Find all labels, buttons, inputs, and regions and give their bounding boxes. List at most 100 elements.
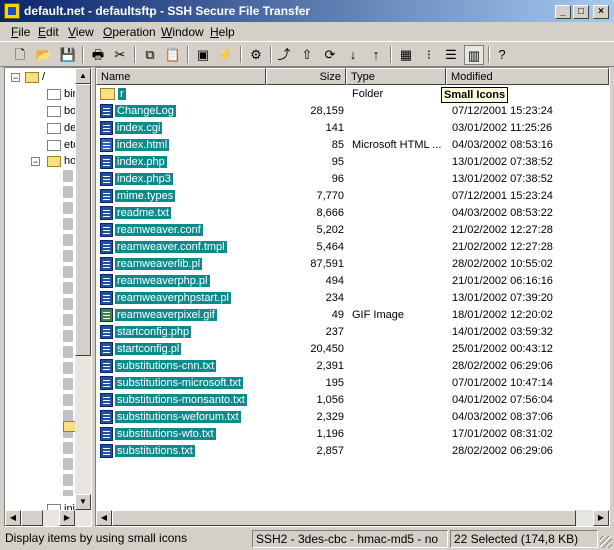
file-row[interactable]: substitutions-cnn.txt 2,391 28/02/2002 06:… [96,358,609,375]
tree-item-boot[interactable]: bo [47,103,76,119]
close-button[interactable]: × [593,5,609,19]
column-header-name[interactable]: Name [96,68,266,85]
small-icons-tooltip: Small Icons [441,87,509,103]
folder-tree[interactable]: − / bin bo de etc − ho ini ▲ ▼ ◀ ▶ [4,67,92,527]
file-row[interactable]: substitutions.txt 2,857 28/02/2002 06:29:0… [96,443,609,460]
tree-item-etc[interactable]: etc [47,137,79,153]
file-name-cell: r [100,86,126,103]
file-name: mime.types [115,190,176,202]
file-row[interactable]: substitutions-weforum.txt 2,329 04/03/2002… [96,409,609,426]
column-header-modified[interactable]: Modified [446,68,609,85]
file-horizontal-scrollbar[interactable]: ◀ ▶ [96,510,609,526]
scroll-left-icon[interactable]: ◀ [96,510,112,526]
file-row[interactable]: reamweaverpixel.gif 49 GIF Image 18/01/2002… [96,307,609,324]
file-icon [100,155,113,170]
file-size: 96 [331,173,344,185]
file-icon [100,240,113,255]
tree-item-dev[interactable]: de [47,120,76,136]
help-icon[interactable]: ? [492,45,512,65]
print-icon[interactable]: 🖶 [88,45,108,65]
scroll-right-icon[interactable]: ▶ [59,510,75,526]
file-row[interactable]: substitutions-wto.txt 1,196 17/01/2002 08:… [96,426,609,443]
tree-vertical-scrollbar[interactable]: ▲ ▼ [75,68,91,510]
scroll-right-icon[interactable]: ▶ [593,510,609,526]
up-icon[interactable]: ↑ [366,45,386,65]
save-icon[interactable]: 💾 [58,45,78,65]
scroll-down-icon[interactable]: ▼ [75,494,91,510]
menu-help[interactable]: Help [210,25,235,39]
quick-connect-icon[interactable]: ⚡ [216,45,236,65]
file-name-cell: substitutions-wto.txt [100,426,216,443]
download-icon[interactable]: ↓ [343,45,363,65]
open-folder-icon[interactable]: 📂 [34,45,54,65]
file-row[interactable]: reamweaver.conf.tmpl 5,464 21/02/2002 12:2… [96,239,609,256]
file-row[interactable]: substitutions-microsoft.txt 195 07/01/2002… [96,375,609,392]
tree-item-root[interactable]: / [25,69,45,85]
settings-icon[interactable]: ⚙ [246,45,266,65]
file-icon [100,291,113,306]
file-row[interactable]: rFolder08:21:20 [96,86,609,103]
file-icon [100,223,113,238]
menu-window[interactable]: Window [161,25,204,39]
menu-file[interactable]: File [11,25,30,39]
file-row[interactable]: index.cgi 141 03/01/2002 11:25:26 [96,120,609,137]
column-header-size[interactable]: Size [266,68,346,85]
file-name: readme.txt [115,207,171,219]
app-icon[interactable] [4,3,20,19]
file-list[interactable]: Name Size Type Modified rFolder08:21:20C… [95,67,610,527]
copy-icon[interactable]: ⧉ [140,45,160,65]
file-modified: 04/03/2002 08:53:16 [452,139,553,151]
profile-icon[interactable]: ▣ [193,45,213,65]
parent-folder-icon[interactable]: ⤴ [274,45,294,65]
collapse-icon[interactable]: − [11,73,20,83]
file-name-cell: substitutions-weforum.txt [100,409,241,426]
new-file-icon[interactable]: 🗋 [10,45,30,65]
collapse-icon[interactable]: − [31,157,40,167]
small-icons-icon[interactable]: ⁝ [419,45,439,65]
file-row[interactable]: index.html 85 Microsoft HTML ... 04/03/2002… [96,137,609,154]
scroll-thumb[interactable] [112,510,576,526]
file-row[interactable]: reamweaverlib.pl 87,591 28/02/2002 10:55:0… [96,256,609,273]
upload-icon[interactable]: ⇧ [297,45,317,65]
list-icon[interactable]: ☰ [441,45,461,65]
file-name-cell: mime.types [100,188,176,205]
minimize-button[interactable]: _ [555,5,571,19]
file-row[interactable]: index.php3 96 13/01/2002 07:38:52 [96,171,609,188]
file-row[interactable]: reamweaverphpstart.pl 234 13/01/2002 07:39… [96,290,609,307]
column-header-type[interactable]: Type [346,68,446,85]
menu-view[interactable]: View [68,25,94,39]
maximize-button[interactable]: □ [573,5,589,19]
disconnect-icon[interactable]: ✂ [110,45,130,65]
file-row[interactable]: readme.txt 8,666 04/03/2002 08:53:22 [96,205,609,222]
refresh-icon[interactable]: ⟳ [320,45,340,65]
status-message: Display items by using small icons [5,531,188,545]
resize-grip[interactable] [600,536,612,548]
file-icon [100,427,113,442]
file-modified: 14/01/2002 03:59:32 [452,326,553,338]
file-name-cell: index.cgi [100,120,163,137]
scroll-up-icon[interactable]: ▲ [75,68,91,84]
file-modified: 13/01/2002 07:38:52 [452,156,553,168]
file-row[interactable]: startconfig.pl 20,450 25/01/2002 00:43:12 [96,341,609,358]
scroll-left-icon[interactable]: ◀ [5,510,21,526]
file-row[interactable]: reamweaverphp.pl 494 21/01/2002 06:16:16 [96,273,609,290]
large-icons-icon[interactable]: ▦ [396,45,416,65]
scroll-thumb[interactable] [21,510,43,526]
menu-edit[interactable]: Edit [38,25,59,39]
file-row[interactable]: index.php 95 13/01/2002 07:38:52 [96,154,609,171]
file-size: 8,666 [316,207,344,219]
file-row[interactable]: mime.types 7,770 07/12/2001 15:23:24 [96,188,609,205]
file-row[interactable]: substitutions-monsanto.txt 1,056 04/01/200… [96,392,609,409]
file-icon [100,206,113,221]
menu-operation[interactable]: Operation [103,25,156,39]
file-size: 49 [331,309,344,321]
tree-item-bin[interactable]: bin [47,86,79,102]
file-row[interactable]: reamweaver.conf 5,202 21/02/2002 12:27:28 [96,222,609,239]
file-name: substitutions-microsoft.txt [115,377,244,389]
details-icon[interactable]: ▥ [464,45,484,65]
paste-icon[interactable]: 📋 [163,45,183,65]
scroll-thumb[interactable] [75,84,91,356]
tree-horizontal-scrollbar[interactable]: ◀ ▶ [5,510,91,526]
file-row[interactable]: startconfig.php 237 14/01/2002 03:59:32 [96,324,609,341]
file-row[interactable]: ChangeLog 28,159 07/12/2001 15:23:24 [96,103,609,120]
